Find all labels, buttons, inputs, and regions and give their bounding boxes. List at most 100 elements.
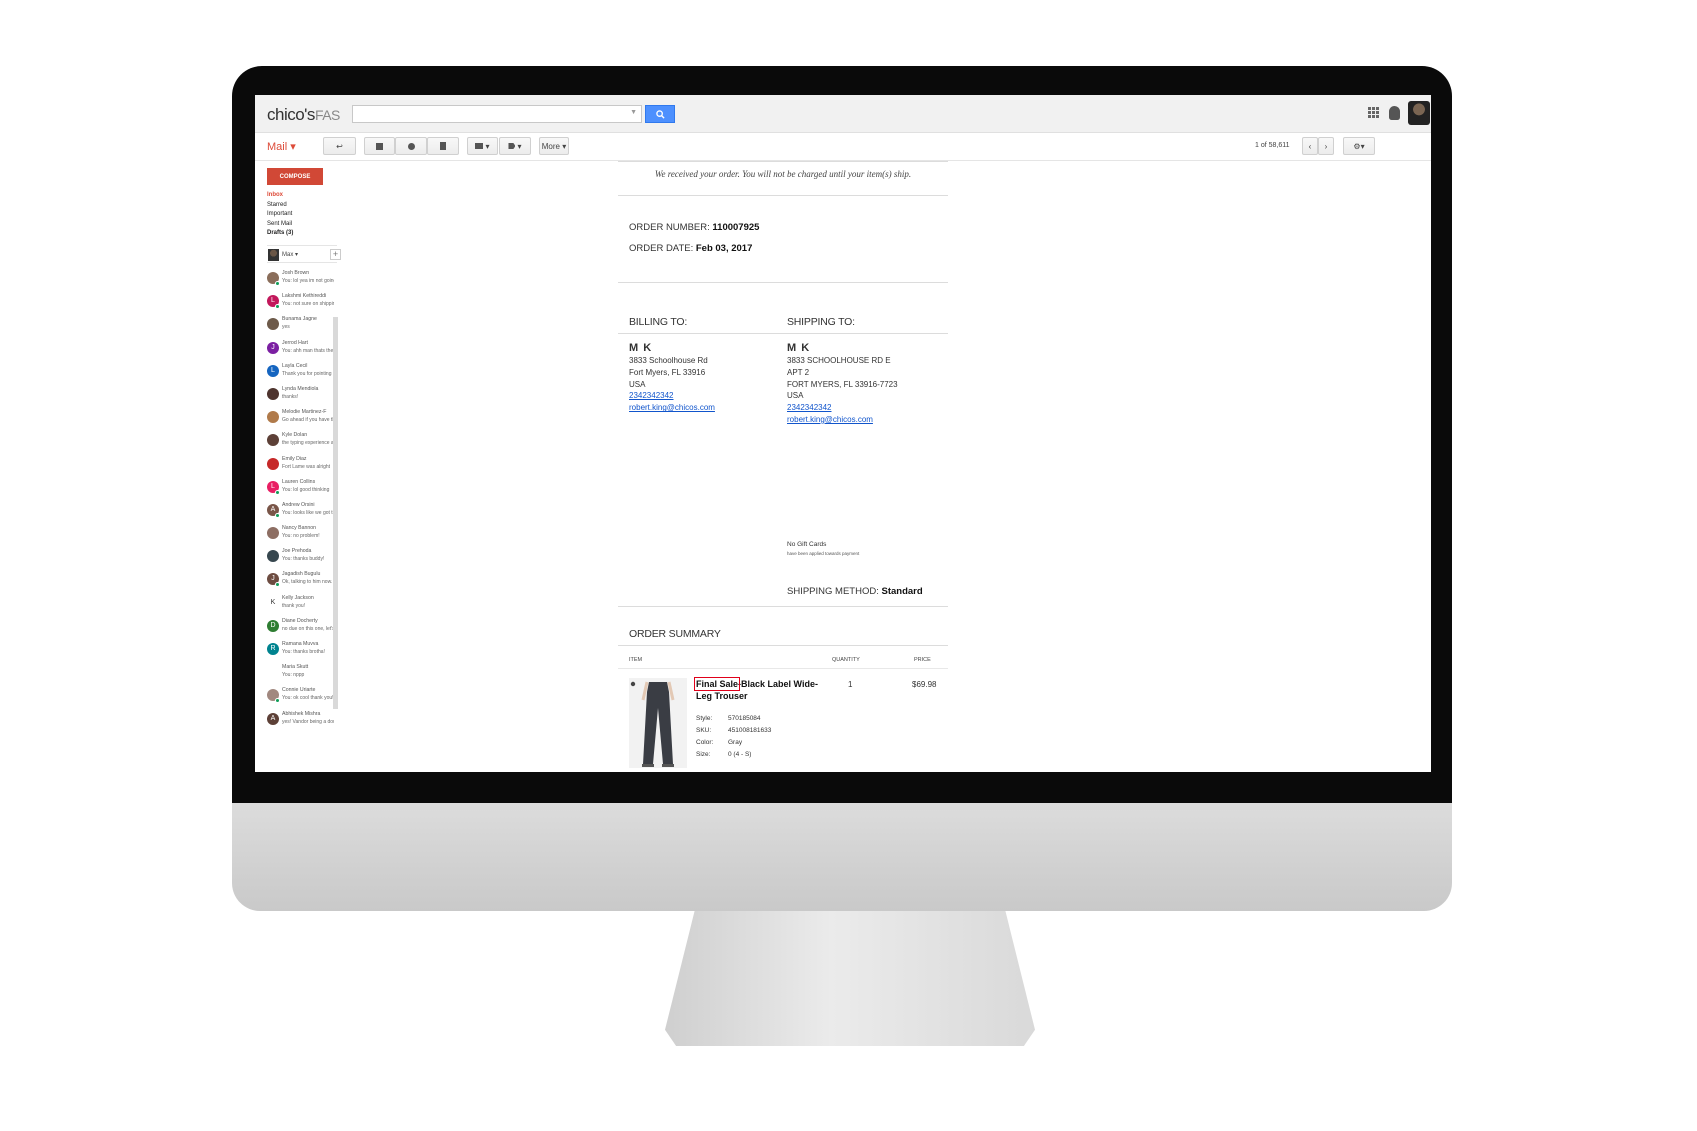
color-label: Color: bbox=[696, 739, 714, 746]
more-button[interactable]: More ▾ bbox=[539, 137, 569, 155]
chevron-right-icon: › bbox=[1324, 141, 1328, 151]
contact-item[interactable]: Connie Uriarte You: ok cool thank you! bbox=[267, 687, 337, 710]
contact-item[interactable]: J Jagadish Bugulu Ok, talking to him now. bbox=[267, 571, 337, 594]
contact-name: Josh Brown bbox=[282, 270, 310, 276]
archive-button[interactable] bbox=[364, 137, 395, 155]
contact-item[interactable]: Joe Prehoda You: thanks buddy! bbox=[267, 548, 337, 571]
contact-item[interactable]: Melodie Martinez-F Go ahead if you have t… bbox=[267, 409, 337, 432]
contact-item[interactable]: R Ramana Muvva You: thanks brotha! bbox=[267, 641, 337, 664]
older-button[interactable]: › bbox=[1318, 137, 1334, 155]
divider bbox=[618, 195, 948, 196]
nav-starred[interactable]: Starred bbox=[267, 201, 293, 211]
report-spam-button[interactable] bbox=[395, 137, 427, 155]
notifications-icon[interactable] bbox=[1389, 106, 1400, 120]
contact-last-message: Fort Lame was alright bbox=[282, 463, 331, 470]
contact-avatar: K bbox=[267, 596, 279, 609]
search-button[interactable] bbox=[645, 105, 675, 123]
contact-avatar: D bbox=[267, 619, 279, 632]
contact-item[interactable]: Bunama Jagne yes bbox=[267, 316, 337, 339]
billing-phone-link[interactable]: 2342342342 bbox=[629, 390, 715, 402]
logo-main: chico's bbox=[267, 105, 315, 124]
my-avatar bbox=[268, 249, 279, 261]
contact-avatar: J bbox=[267, 341, 279, 354]
divider bbox=[618, 333, 948, 334]
received-note: We received your order. You will not be … bbox=[654, 169, 912, 179]
contact-last-message: You: ahh man thats the bbox=[282, 347, 334, 354]
contact-item[interactable]: A Abhishek Mishra yes! Vandor being a dou bbox=[267, 711, 337, 734]
gift-card-note: No Gift Cards have been applied towards … bbox=[787, 538, 859, 557]
delete-button[interactable] bbox=[427, 137, 459, 155]
contact-name: Lauren Collins bbox=[282, 478, 316, 485]
email-body: We received your order. You will not be … bbox=[618, 161, 948, 772]
imac-monitor: chico'sFAS ▼ Mail ▾ ↩ ▾ ▾ More ▾ 1 of 58… bbox=[0, 0, 1697, 1131]
billing-email-link[interactable]: robert.king@chicos.com bbox=[629, 402, 715, 414]
newer-button[interactable]: ‹ bbox=[1302, 137, 1318, 155]
compose-button[interactable]: COMPOSE bbox=[267, 168, 323, 185]
contact-item[interactable]: Lynda Mendiola thanks! bbox=[267, 386, 337, 409]
back-button[interactable]: ↩ bbox=[323, 137, 356, 155]
search-options-icon[interactable]: ▼ bbox=[630, 109, 637, 116]
screen: chico'sFAS ▼ Mail ▾ ↩ ▾ ▾ More ▾ 1 of 58… bbox=[255, 95, 1431, 772]
my-name: Max ▾ bbox=[282, 252, 299, 258]
gift-cards-text: No Gift Cards bbox=[787, 541, 827, 548]
item-quantity: 1 bbox=[848, 680, 853, 689]
contact-item[interactable]: Josh Brown You: lol yea im not going bbox=[267, 270, 337, 293]
contact-item[interactable]: Maria Skutt You: nppp bbox=[267, 664, 337, 687]
shipping-email-link[interactable]: robert.king@chicos.com bbox=[787, 414, 898, 426]
contact-name: Emily Diaz bbox=[282, 455, 307, 462]
divider bbox=[618, 645, 948, 646]
hangouts-me[interactable]: Max ▾ + bbox=[267, 245, 341, 263]
shipping-phone-link[interactable]: 2342342342 bbox=[787, 402, 898, 414]
shipping-name: M K bbox=[787, 342, 811, 354]
shipping-method: SHIPPING METHOD: Standard bbox=[787, 586, 923, 597]
item-price: $69.98 bbox=[912, 680, 937, 689]
divider bbox=[618, 606, 948, 607]
contact-name: Nancy Bannon bbox=[282, 525, 317, 532]
contact-item[interactable]: L Lakshmi Kethireddi You: not sure on ship… bbox=[267, 293, 337, 316]
account-avatar[interactable] bbox=[1408, 101, 1430, 125]
left-sidebar: COMPOSE Inbox Starred Important Sent Mai… bbox=[255, 161, 345, 772]
contact-last-message: Go ahead if you have th bbox=[282, 417, 334, 424]
contact-item[interactable]: K Kelly Jackson thank you! bbox=[267, 595, 337, 618]
contact-item[interactable]: D Diane Docherty no due on this one, let's bbox=[267, 618, 337, 641]
contact-last-message: no due on this one, let's bbox=[282, 625, 334, 632]
contact-item[interactable]: Emily Diaz Fort Lame was alright bbox=[267, 456, 337, 479]
size-value: 0 (4 - S) bbox=[728, 751, 752, 758]
contact-last-message: You: looks like we got th bbox=[282, 509, 334, 516]
col-price: PRICE bbox=[914, 657, 931, 663]
search-input[interactable]: ▼ bbox=[352, 105, 642, 123]
billing-line3: USA bbox=[629, 379, 646, 389]
order-number: ORDER NUMBER: 110007925 bbox=[629, 222, 760, 233]
nav-sent[interactable]: Sent Mail bbox=[267, 220, 293, 230]
monitor-chin bbox=[232, 803, 1452, 911]
nav-drafts[interactable]: Drafts (3) bbox=[267, 229, 293, 239]
mail-menu[interactable]: Mail ▾ bbox=[267, 140, 296, 153]
contact-item[interactable]: L Lauren Collins You: lol good thinking bbox=[267, 479, 337, 502]
chicos-logo[interactable]: chico'sFAS bbox=[267, 105, 340, 125]
labels-button[interactable]: ▾ bbox=[499, 137, 531, 155]
nav-important[interactable]: Important bbox=[267, 210, 293, 220]
contact-last-message: You: ok cool thank you! bbox=[282, 695, 334, 702]
product-image[interactable] bbox=[629, 678, 687, 768]
nav-inbox[interactable]: Inbox bbox=[267, 191, 293, 201]
contact-last-message: yes! Vandor being a dou bbox=[282, 718, 334, 725]
contacts-scrollbar[interactable] bbox=[333, 317, 338, 709]
move-to-button[interactable]: ▾ bbox=[467, 137, 498, 155]
contact-item[interactable]: Kyle Dolan the typing experience al bbox=[267, 432, 337, 455]
online-status-icon bbox=[275, 698, 280, 704]
contact-name: Ramana Muvva bbox=[282, 641, 319, 647]
contact-item[interactable]: A Andrew Orsini You: looks like we got th bbox=[267, 502, 337, 525]
product-name[interactable]: Final Sale-Black Label Wide-Leg Trouser bbox=[693, 677, 831, 702]
billing-name: M K bbox=[629, 342, 653, 354]
apps-grid-icon[interactable] bbox=[1368, 107, 1379, 118]
contact-avatar bbox=[267, 457, 279, 470]
contact-item[interactable]: L Layla Cecil Thank you for pointing it bbox=[267, 363, 337, 386]
contact-avatar: L bbox=[267, 364, 279, 377]
contact-last-message: You: nppp bbox=[282, 672, 305, 679]
add-contact-button[interactable]: + bbox=[330, 249, 341, 260]
spam-icon bbox=[407, 142, 415, 150]
contact-item[interactable]: J Jerrod Hart You: ahh man thats the bbox=[267, 340, 337, 363]
divider bbox=[618, 161, 948, 162]
settings-button[interactable]: ⚙ ▾ bbox=[1343, 137, 1375, 155]
contact-item[interactable]: Nancy Bannon You: no problem! bbox=[267, 525, 337, 548]
